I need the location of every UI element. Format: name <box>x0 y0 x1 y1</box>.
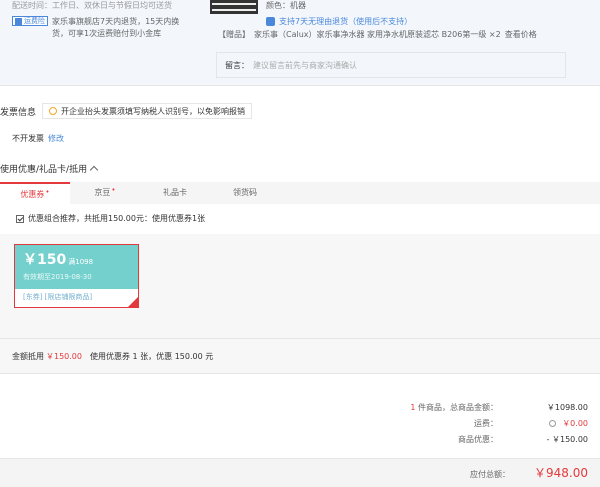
product-details: 颜色：机器 支持7天无理由退货（使用后不支持） 【赠品】 家乐事（Calux）家乐… <box>210 0 566 84</box>
order-item-panel: 配送时间：工作日、双休日与节假日均可送货 运费险 家乐事旗舰店7天内退货，15天… <box>0 0 600 86</box>
tip-icon <box>49 107 58 115</box>
delivery-time-label: 配送时间： <box>12 1 52 10</box>
combo-text: 优惠组合推荐，共抵用150.00元：使用优惠券1张 <box>28 214 206 223</box>
coupon-combo-recommendation: 优惠组合推荐，共抵用150.00元：使用优惠券1张 <box>16 213 205 224</box>
freight-insurance-desc: 家乐事旗舰店7天内退货，15天内换货，可享1次运费赔付到小金库 <box>52 17 180 38</box>
coupon-condition: 满1098 <box>68 258 94 266</box>
gift-info: 【赠品】 家乐事（Calux）家乐事净水器 家用净水机原装滤芯 B206第一级 ×… <box>218 29 537 40</box>
tab-jingdou-dot: • <box>111 186 116 194</box>
invoice-tip-text: 开企业抬头发票须填写纳税人识别号，以免影响报销 <box>61 106 246 116</box>
coupon-card-top: ￥150 满1098 有效期至2019-08-30 <box>15 245 138 289</box>
discount-row: 商品优惠： - ￥150.00 <box>388 432 588 448</box>
delivery-time: 配送时间：工作日、双休日与节假日均可送货 <box>12 0 172 11</box>
payable-label: 应付总额： <box>470 470 510 479</box>
discount-value: - ￥150.00 <box>546 435 588 444</box>
summary-label: 金额抵用 <box>12 352 44 361</box>
selected-check-icon <box>128 297 138 307</box>
discount-label: 商品优惠： <box>458 435 498 444</box>
coupon-section-toggle[interactable]: 使用优惠/礼品卡/抵用 <box>0 162 99 175</box>
invoice-tip: 开企业抬头发票须填写纳税人识别号，以免影响报销 <box>42 103 253 119</box>
freight-insurance: 运费险 家乐事旗舰店7天内退货，15天内换货，可享1次运费赔付到小金库 <box>12 16 192 40</box>
tab-coupons-label: 优惠券 <box>20 190 45 199</box>
freight-insurance-badge: 运费险 <box>12 16 48 26</box>
return-policy-icon <box>266 17 275 26</box>
shipping-row: 运费： ￥0.00 <box>388 416 588 432</box>
return-policy-text: 支持7天无理由退货（使用后不支持） <box>279 17 413 26</box>
invoice-section: 发票信息 开企业抬头发票须填写纳税人识别号，以免影响报销 <box>0 103 253 119</box>
gift-tag: 【赠品】 <box>218 30 250 39</box>
tab-redeem-code-label: 领货码 <box>233 188 257 197</box>
total-items-label: 1 件商品，总商品金额： <box>388 400 498 416</box>
coupon-card[interactable]: ￥150 满1098 有效期至2019-08-30 [东券] [限店铺限商品] <box>14 244 139 308</box>
product-image[interactable] <box>210 0 258 14</box>
shipping-value-text: ￥0.00 <box>562 419 588 428</box>
coupon-amount: ￥150 满1098 <box>23 249 130 269</box>
tab-redeem-code[interactable]: 领货码 <box>210 182 280 204</box>
invoice-status: 不开发票 修改 <box>12 133 64 144</box>
coupon-amount-value: ￥150 <box>23 252 67 268</box>
gift-text: 家乐事（Calux）家乐事净水器 家用净水机原装滤芯 B206第一级 ×2 <box>254 30 501 39</box>
chevron-up-icon <box>89 165 99 175</box>
coupon-list: ￥150 满1098 有效期至2019-08-30 [东券] [限店铺限商品] <box>0 234 600 338</box>
payable-bar: 应付总额： ￥948.00 <box>0 458 600 487</box>
shipping-value: ￥0.00 <box>528 416 588 432</box>
summary-amount: ￥150.00 <box>46 352 82 361</box>
coupon-scope: [东券] [限店铺限商品] <box>23 293 93 301</box>
coupon-summary: 金额抵用 ￥150.00 使用优惠券 1 张，优惠 150.00 元 <box>0 338 600 374</box>
invoice-title: 发票信息 <box>0 107 37 118</box>
total-items-row: 1 件商品，总商品金额： ￥1098.00 <box>388 400 588 416</box>
tab-jingdou[interactable]: 京豆• <box>70 182 140 204</box>
delivery-time-value: 工作日、双休日与节假日均可送货 <box>52 1 172 10</box>
order-note-placeholder: 建议留言前先与商家沟通确认 <box>253 61 357 70</box>
order-note-field[interactable]: 留言： 建议留言前先与商家沟通确认 <box>216 52 566 78</box>
tab-gift-card[interactable]: 礼品卡 <box>140 182 210 204</box>
gift-price-link[interactable]: 查看价格 <box>505 30 537 39</box>
shipping-label: 运费： <box>474 419 498 428</box>
tab-jingdou-label: 京豆 <box>94 188 111 197</box>
combo-checkbox[interactable] <box>16 214 24 223</box>
coupon-section-title: 使用优惠/礼品卡/抵用 <box>0 165 88 175</box>
payable-value: ￥948.00 <box>534 466 588 480</box>
help-icon[interactable] <box>549 420 557 427</box>
tab-coupons[interactable]: 优惠券• <box>0 182 70 204</box>
tab-coupons-dot: • <box>45 188 50 196</box>
product-color: 颜色：机器 <box>266 1 306 10</box>
invoice-status-text: 不开发票 <box>12 134 44 143</box>
order-note-label: 留言： <box>225 61 249 70</box>
return-policy: 支持7天无理由退货（使用后不支持） <box>266 16 412 27</box>
tab-gift-card-label: 礼品卡 <box>163 188 187 197</box>
freight-badge-label: 运费险 <box>24 17 45 25</box>
items-label-text: 件商品，总商品金额： <box>415 403 498 412</box>
order-totals: 1 件商品，总商品金额： ￥1098.00 运费： ￥0.00 商品优惠： - … <box>388 400 588 448</box>
freight-icon <box>15 17 22 25</box>
invoice-edit-link[interactable]: 修改 <box>48 134 64 143</box>
total-items-value: ￥1098.00 <box>546 403 588 412</box>
coupon-validity: 有效期至2019-08-30 <box>23 273 92 281</box>
summary-desc: 使用优惠券 1 张，优惠 150.00 元 <box>90 352 214 361</box>
coupon-tabs: 优惠券• 京豆• 礼品卡 领货码 <box>0 182 600 204</box>
